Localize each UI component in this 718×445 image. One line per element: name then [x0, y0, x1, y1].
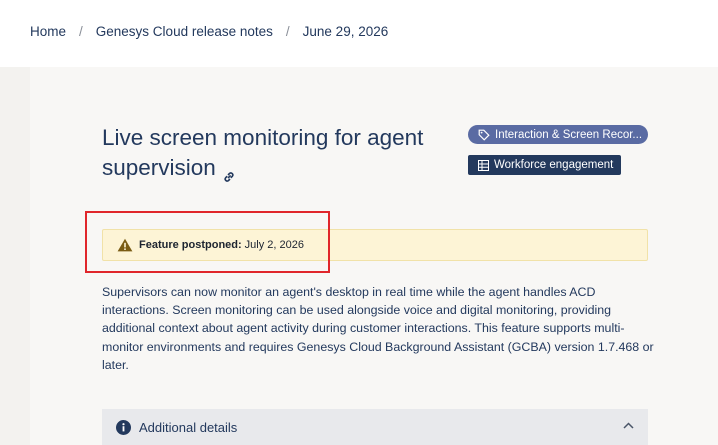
release-note-body: Supervisors can now monitor an agent's d… — [102, 285, 654, 372]
additional-details-accordion[interactable]: Additional details — [102, 409, 648, 445]
breadcrumb-separator: / — [285, 24, 290, 39]
info-icon — [116, 419, 131, 435]
workforce-engagement-tag-label: Workforce engagement — [494, 159, 614, 171]
accordion-label: Additional details — [139, 419, 238, 435]
breadcrumb-current: June 29, 2026 — [302, 24, 389, 39]
topic-tag[interactable]: Interaction & Screen Recor... — [468, 125, 648, 144]
tag-icon — [478, 129, 490, 141]
highlight-box — [85, 211, 330, 273]
breadcrumb: Home / Genesys Cloud release notes / Jun… — [30, 24, 388, 39]
page-title-text: Live screen monitoring for agent supervi… — [102, 125, 424, 180]
page-title: Live screen monitoring for agent supervi… — [102, 123, 442, 183]
link-icon[interactable] — [222, 162, 236, 182]
breadcrumb-release-notes-link[interactable]: Genesys Cloud release notes — [96, 24, 273, 39]
top-bar: Home / Genesys Cloud release notes / Jun… — [0, 0, 718, 67]
grid-icon — [478, 159, 489, 171]
breadcrumb-separator: / — [79, 24, 83, 39]
chevron-up-icon[interactable] — [623, 422, 634, 429]
topic-tag-label: Interaction & Screen Recor... — [495, 128, 643, 141]
breadcrumb-home-link[interactable]: Home — [30, 24, 66, 39]
workforce-engagement-tag[interactable]: Workforce engagement — [468, 155, 621, 175]
